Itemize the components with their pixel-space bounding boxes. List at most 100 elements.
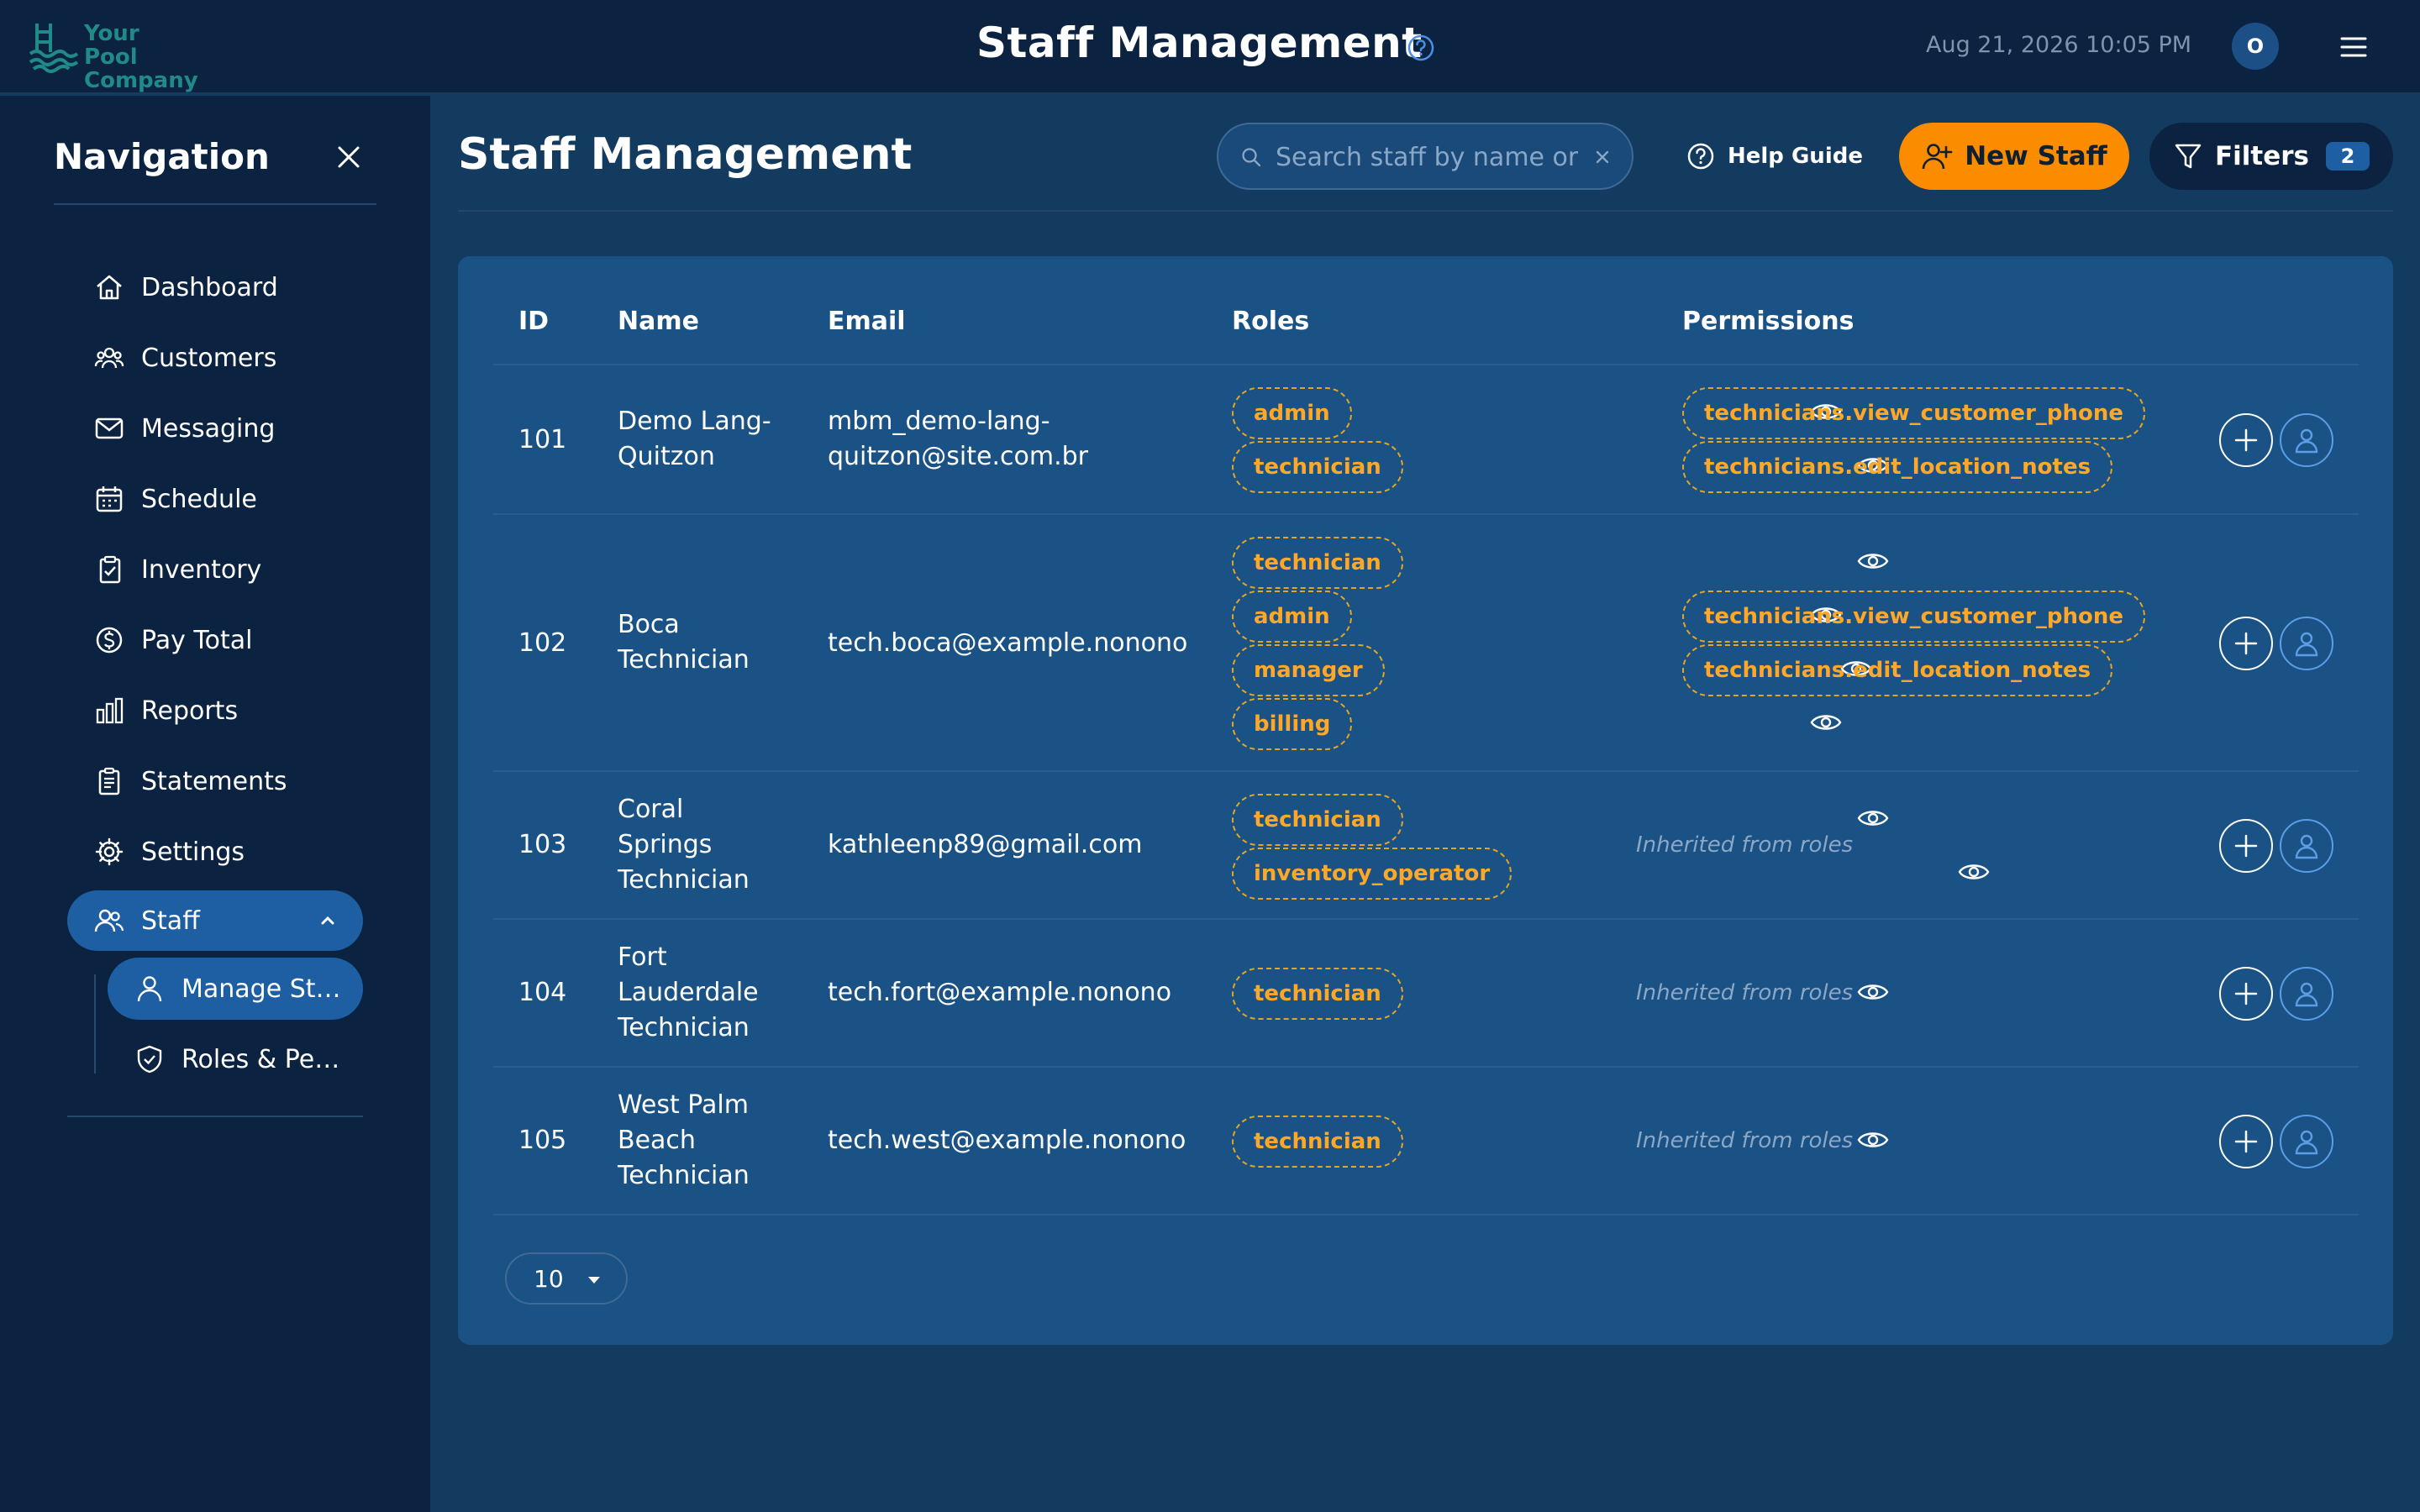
user-icon <box>2295 834 2318 859</box>
column-header-id[interactable]: ID <box>518 307 549 336</box>
help-circle-icon <box>1687 143 1714 170</box>
gear-icon <box>92 835 126 869</box>
help-guide-button[interactable]: Help Guide <box>1686 134 1863 178</box>
mail-icon <box>92 412 126 445</box>
calendar-icon <box>92 482 126 516</box>
view-profile-button[interactable] <box>2280 967 2333 1021</box>
new-staff-button[interactable]: New Staff <box>1899 123 2129 190</box>
staff-table-card: ID Name Email Roles Permissions 101 Demo… <box>458 256 2393 1345</box>
role-chip[interactable]: technician <box>1232 441 1403 493</box>
view-profile-button[interactable] <box>2280 1115 2333 1168</box>
staff-name: Boca Technician <box>618 610 750 675</box>
sidebar-item-label: Settings <box>141 837 245 867</box>
table-row[interactable]: 104 Fort Lauderdale Technician tech.fort… <box>493 918 2359 1066</box>
user-icon <box>2295 982 2318 1007</box>
help-circle-icon[interactable] <box>1407 34 1435 62</box>
user-avatar[interactable]: O <box>2232 23 2279 70</box>
rows-per-page-select[interactable]: 10 <box>505 1252 628 1305</box>
add-role-button[interactable] <box>2219 819 2273 873</box>
sidebar-item-statements[interactable]: Statements <box>67 751 363 811</box>
eye-icon[interactable] <box>1856 801 1890 835</box>
view-profile-button[interactable] <box>2280 617 2333 670</box>
staff-name: Demo Lang-Quitzon <box>618 407 771 471</box>
eye-icon[interactable] <box>1856 544 1890 578</box>
add-role-button[interactable] <box>2219 413 2273 467</box>
eye-icon[interactable] <box>1809 706 1843 739</box>
sidebar-item-schedule[interactable]: Schedule <box>67 469 363 529</box>
table-row[interactable]: 101 Demo Lang-Quitzon mbm_demo-lang-quit… <box>493 364 2359 513</box>
column-header-roles[interactable]: Roles <box>1232 307 1309 336</box>
column-header-email[interactable]: Email <box>828 307 906 336</box>
hamburger-menu-icon[interactable] <box>2338 32 2369 62</box>
user-icon <box>2295 428 2318 454</box>
dollar-circle-icon <box>92 623 126 657</box>
add-role-button[interactable] <box>2219 967 2273 1021</box>
role-chip[interactable]: admin <box>1232 591 1352 643</box>
permission-chip[interactable]: technicians.edit_location_notes <box>1682 644 2113 696</box>
eye-icon[interactable] <box>1856 1123 1890 1157</box>
submenu-line <box>94 974 96 1074</box>
plus-icon <box>2234 428 2258 452</box>
permission-chip[interactable]: technicians.edit_location_notes <box>1682 441 2113 493</box>
logo-line-1: Your Pool <box>84 21 139 70</box>
column-header-permissions[interactable]: Permissions <box>1682 307 1854 336</box>
role-chip[interactable]: technician <box>1232 968 1403 1020</box>
nav-title: Navigation <box>54 136 270 177</box>
add-role-button[interactable] <box>2219 617 2273 670</box>
table-row[interactable]: 103 Coral Springs Technician kathleenp89… <box>493 770 2359 918</box>
search-icon <box>1242 148 1261 167</box>
role-chip[interactable]: manager <box>1232 644 1385 696</box>
sidebar-subitem-roles-permissions[interactable]: Roles & Permissions <box>108 1028 363 1090</box>
role-chip[interactable]: billing <box>1232 698 1353 750</box>
permission-chip[interactable]: technicians.view_customer_phone <box>1682 387 2146 439</box>
close-icon[interactable] <box>334 143 363 171</box>
eye-icon[interactable] <box>1856 975 1890 1009</box>
role-chip[interactable]: technician <box>1232 794 1403 846</box>
sidebar-subitem-manage-staff[interactable]: Manage Staff <box>108 958 363 1020</box>
staff-id: 102 <box>518 628 567 658</box>
sidebar-item-inventory[interactable]: Inventory <box>67 539 363 600</box>
table-row[interactable]: 102 Boca Technician tech.boca@example.no… <box>493 513 2359 770</box>
sidebar-item-messaging[interactable]: Messaging <box>67 398 363 459</box>
sidebar-item-pay-total[interactable]: Pay Total <box>67 610 363 670</box>
clear-search-icon[interactable] <box>1593 148 1612 166</box>
column-header-name[interactable]: Name <box>618 307 699 336</box>
staff-email: tech.fort@example.nonono <box>828 978 1172 1007</box>
table-row[interactable]: 105 West Palm Beach Technician tech.west… <box>493 1066 2359 1214</box>
sidebar-item-staff[interactable]: Staff <box>67 890 363 951</box>
chevron-up-icon <box>321 916 334 925</box>
sidebar-item-reports[interactable]: Reports <box>67 680 363 741</box>
logo-line-2: Company <box>84 68 198 93</box>
nav-divider <box>54 203 376 205</box>
role-chip[interactable]: admin <box>1232 387 1352 439</box>
user-icon <box>133 972 166 1005</box>
view-profile-button[interactable] <box>2280 819 2333 873</box>
nav-divider <box>67 1116 363 1117</box>
role-chip[interactable]: technician <box>1232 1116 1403 1168</box>
view-profile-button[interactable] <box>2280 413 2333 467</box>
search-input[interactable] <box>1276 139 1578 175</box>
role-chip[interactable]: technician <box>1232 537 1403 589</box>
eye-icon[interactable] <box>1957 855 1991 889</box>
search-box[interactable] <box>1217 123 1634 190</box>
filters-button[interactable]: Filters 2 <box>2149 123 2393 190</box>
staff-email: tech.west@example.nonono <box>828 1126 1186 1155</box>
sidebar-item-customers[interactable]: Customers <box>67 328 363 388</box>
users-icon <box>92 904 126 937</box>
sidebar-item-label: Statements <box>141 766 287 796</box>
clipboard-check-icon <box>92 553 126 586</box>
user-icon <box>2295 1130 2318 1155</box>
role-chip[interactable]: inventory_operator <box>1232 848 1512 900</box>
sidebar-item-dashboard[interactable]: Dashboard <box>67 257 363 318</box>
filter-icon <box>2175 144 2202 169</box>
company-logo[interactable]: Your Pool Company <box>25 18 198 92</box>
sidebar-item-settings[interactable]: Settings <box>67 822 363 882</box>
add-role-button[interactable] <box>2219 1115 2273 1168</box>
home-icon <box>92 270 126 304</box>
pool-logo-icon <box>29 24 79 73</box>
permission-chip[interactable]: technicians.view_customer_phone <box>1682 591 2146 643</box>
document-icon <box>92 764 126 798</box>
page-title: Staff Management <box>458 129 913 180</box>
logo-text: Your Pool Company <box>84 22 198 92</box>
user-icon <box>2295 632 2318 657</box>
